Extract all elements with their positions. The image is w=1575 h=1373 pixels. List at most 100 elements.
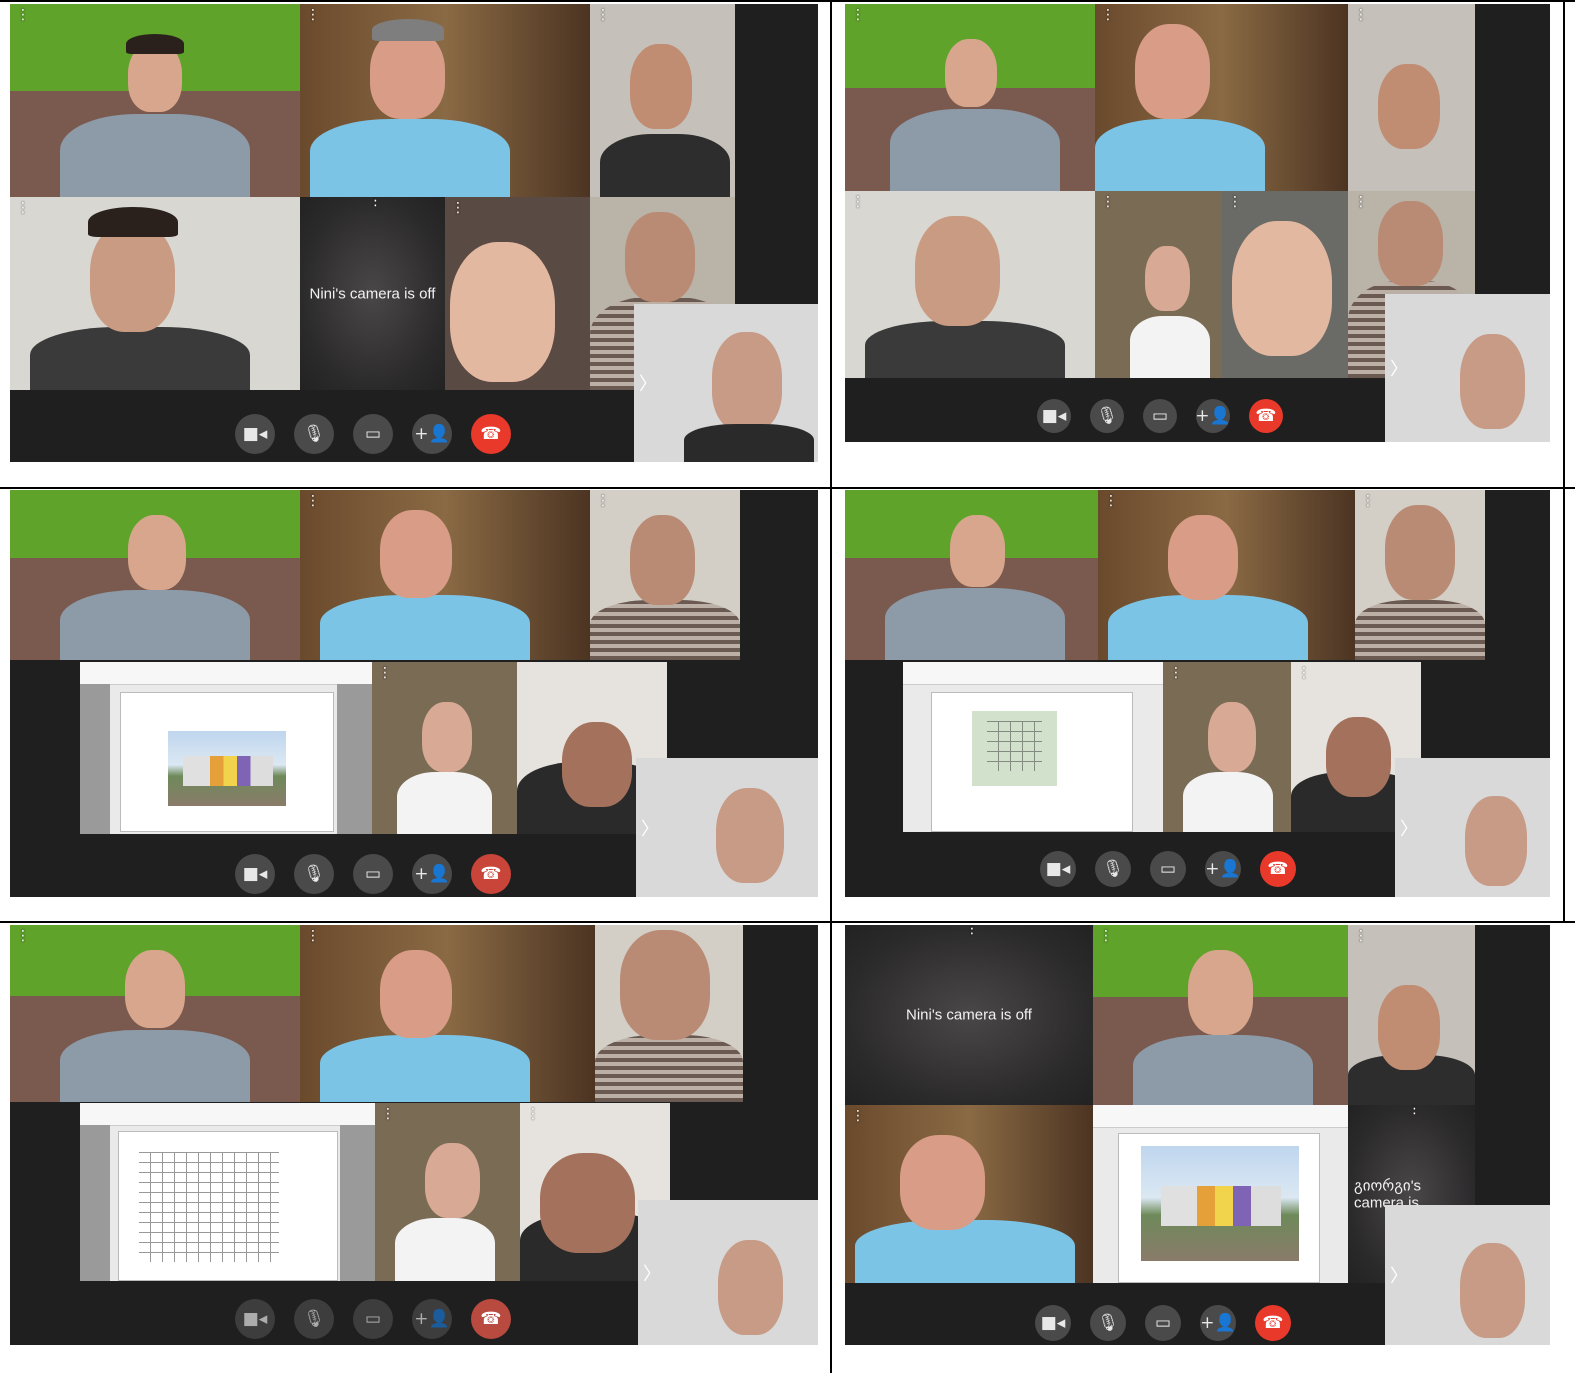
- participant-tile[interactable]: ⋮: [1355, 490, 1485, 660]
- self-view-tile[interactable]: 〉: [1385, 294, 1550, 442]
- shared-screen-tile[interactable]: [1093, 1105, 1348, 1283]
- self-view-tile[interactable]: 〉: [636, 758, 818, 897]
- participant-tile[interactable]: ⋮: [590, 4, 735, 197]
- participant-tile[interactable]: ⋮: [1095, 4, 1348, 191]
- chevron-right-icon[interactable]: 〉: [1400, 815, 1418, 841]
- self-view-tile[interactable]: 〉: [638, 1200, 818, 1345]
- camera-icon[interactable]: ■◂: [235, 854, 275, 894]
- participant-tile[interactable]: ⋮: [1095, 191, 1222, 378]
- more-vert-icon[interactable]: ⋮: [306, 494, 320, 508]
- more-vert-icon[interactable]: ⋮: [851, 8, 865, 22]
- more-vert-icon[interactable]: ⋮: [1361, 494, 1375, 508]
- chevron-right-icon[interactable]: 〉: [1390, 1262, 1408, 1288]
- participant-tile[interactable]: [845, 490, 1098, 660]
- participant-tile[interactable]: ⋮: [1098, 490, 1355, 660]
- more-vert-icon[interactable]: ⋮: [1099, 929, 1113, 943]
- more-vert-icon[interactable]: ⋮: [851, 195, 865, 209]
- screen-share-icon[interactable]: ▭: [1150, 851, 1186, 887]
- more-vert-icon[interactable]: ⋮: [306, 929, 320, 943]
- participant-tile[interactable]: ⋮: [10, 4, 300, 197]
- more-vert-icon[interactable]: ⋮: [16, 8, 30, 22]
- more-vert-icon[interactable]: ⋮: [851, 925, 1093, 936]
- end-call-icon[interactable]: ☎: [1255, 1305, 1291, 1341]
- more-vert-icon[interactable]: ⋮: [306, 197, 445, 208]
- camera-icon[interactable]: ■◂: [1040, 851, 1076, 887]
- participant-tile[interactable]: ⋮: [845, 4, 1095, 191]
- self-view-tile[interactable]: 〉: [1385, 1205, 1550, 1345]
- participant-tile[interactable]: ⋮: [1348, 4, 1475, 191]
- more-vert-icon[interactable]: ⋮: [378, 666, 392, 680]
- chevron-right-icon[interactable]: 〉: [641, 815, 659, 841]
- more-vert-icon[interactable]: ⋮: [1354, 1105, 1475, 1116]
- add-participant-icon[interactable]: +👤: [412, 1299, 452, 1339]
- more-vert-icon[interactable]: ⋮: [1354, 195, 1368, 209]
- more-vert-icon[interactable]: ⋮: [1104, 494, 1118, 508]
- mic-icon[interactable]: 🎙: [294, 854, 334, 894]
- shared-screen-tile[interactable]: [903, 662, 1163, 832]
- more-vert-icon[interactable]: ⋮: [1354, 8, 1368, 22]
- shared-screen-tile[interactable]: [80, 1103, 375, 1281]
- screen-share-icon[interactable]: ▭: [1145, 1305, 1181, 1341]
- more-vert-icon[interactable]: ⋮: [596, 8, 610, 22]
- end-call-icon[interactable]: ☎: [471, 1299, 511, 1339]
- camera-icon[interactable]: ■◂: [235, 414, 275, 454]
- more-vert-icon[interactable]: ⋮: [1228, 195, 1242, 209]
- camera-off-tile[interactable]: Nini's camera is off ⋮: [845, 925, 1093, 1105]
- add-participant-icon[interactable]: +👤: [1205, 851, 1241, 887]
- mic-icon[interactable]: 🎙: [294, 1299, 334, 1339]
- self-view-tile[interactable]: 〉: [634, 304, 818, 462]
- participant-tile[interactable]: ⋮: [845, 191, 1095, 378]
- more-vert-icon[interactable]: ⋮: [851, 1109, 865, 1123]
- mic-icon[interactable]: 🎙: [1090, 1305, 1126, 1341]
- camera-icon[interactable]: ■◂: [235, 1299, 275, 1339]
- mic-icon[interactable]: 🎙: [1095, 851, 1131, 887]
- more-vert-icon[interactable]: ⋮: [1169, 666, 1183, 680]
- add-participant-icon[interactable]: +👤: [1195, 399, 1231, 433]
- mic-icon[interactable]: 🎙: [1090, 399, 1124, 433]
- participant-tile[interactable]: ⋮: [372, 662, 517, 834]
- end-call-icon[interactable]: ☎: [1249, 399, 1283, 433]
- more-vert-icon[interactable]: ⋮: [1297, 666, 1311, 680]
- add-participant-icon[interactable]: +👤: [412, 414, 452, 454]
- end-call-icon[interactable]: ☎: [1260, 851, 1296, 887]
- add-participant-icon[interactable]: +👤: [1200, 1305, 1236, 1341]
- more-vert-icon[interactable]: ⋮: [526, 1107, 540, 1121]
- participant-tile[interactable]: ⋮: [10, 197, 300, 390]
- more-vert-icon[interactable]: ⋮: [306, 8, 320, 22]
- camera-off-tile[interactable]: Nini's camera is off ⋮: [300, 197, 445, 390]
- more-vert-icon[interactable]: ⋮: [451, 201, 465, 215]
- participant-tile[interactable]: [10, 490, 300, 660]
- chevron-right-icon[interactable]: 〉: [643, 1260, 661, 1286]
- participant-tile[interactable]: ⋮: [845, 1105, 1093, 1283]
- more-vert-icon[interactable]: ⋮: [1354, 929, 1368, 943]
- end-call-icon[interactable]: ☎: [471, 414, 511, 454]
- participant-tile[interactable]: ⋮: [1348, 925, 1475, 1105]
- screen-share-icon[interactable]: ▭: [1143, 399, 1177, 433]
- participant-tile[interactable]: ⋮: [590, 490, 740, 660]
- camera-icon[interactable]: ■◂: [1035, 1305, 1071, 1341]
- more-vert-icon[interactable]: ⋮: [1101, 195, 1115, 209]
- self-view-tile[interactable]: 〉: [1395, 758, 1550, 897]
- more-vert-icon[interactable]: ⋮: [381, 1107, 395, 1121]
- screen-share-icon[interactable]: ▭: [353, 414, 393, 454]
- participant-tile[interactable]: ⋮: [300, 925, 595, 1102]
- participant-tile[interactable]: ⋮: [375, 1103, 520, 1281]
- chevron-right-icon[interactable]: 〉: [639, 370, 657, 396]
- mic-icon[interactable]: 🎙: [294, 414, 334, 454]
- participant-tile[interactable]: [595, 925, 743, 1102]
- add-participant-icon[interactable]: +👤: [412, 854, 452, 894]
- participant-tile[interactable]: ⋮: [300, 490, 590, 660]
- participant-tile[interactable]: ⋮: [1222, 191, 1348, 378]
- more-vert-icon[interactable]: ⋮: [16, 929, 30, 943]
- more-vert-icon[interactable]: ⋮: [1101, 8, 1115, 22]
- chevron-right-icon[interactable]: 〉: [1390, 355, 1408, 381]
- participant-tile[interactable]: ⋮: [300, 4, 590, 197]
- screen-share-icon[interactable]: ▭: [353, 1299, 393, 1339]
- end-call-icon[interactable]: ☎: [471, 854, 511, 894]
- camera-icon[interactable]: ■◂: [1037, 399, 1071, 433]
- participant-tile[interactable]: ⋮: [10, 925, 300, 1102]
- participant-tile[interactable]: ⋮: [1093, 925, 1348, 1105]
- more-vert-icon[interactable]: ⋮: [596, 494, 610, 508]
- more-vert-icon[interactable]: ⋮: [16, 201, 30, 215]
- shared-screen-tile[interactable]: [80, 662, 372, 834]
